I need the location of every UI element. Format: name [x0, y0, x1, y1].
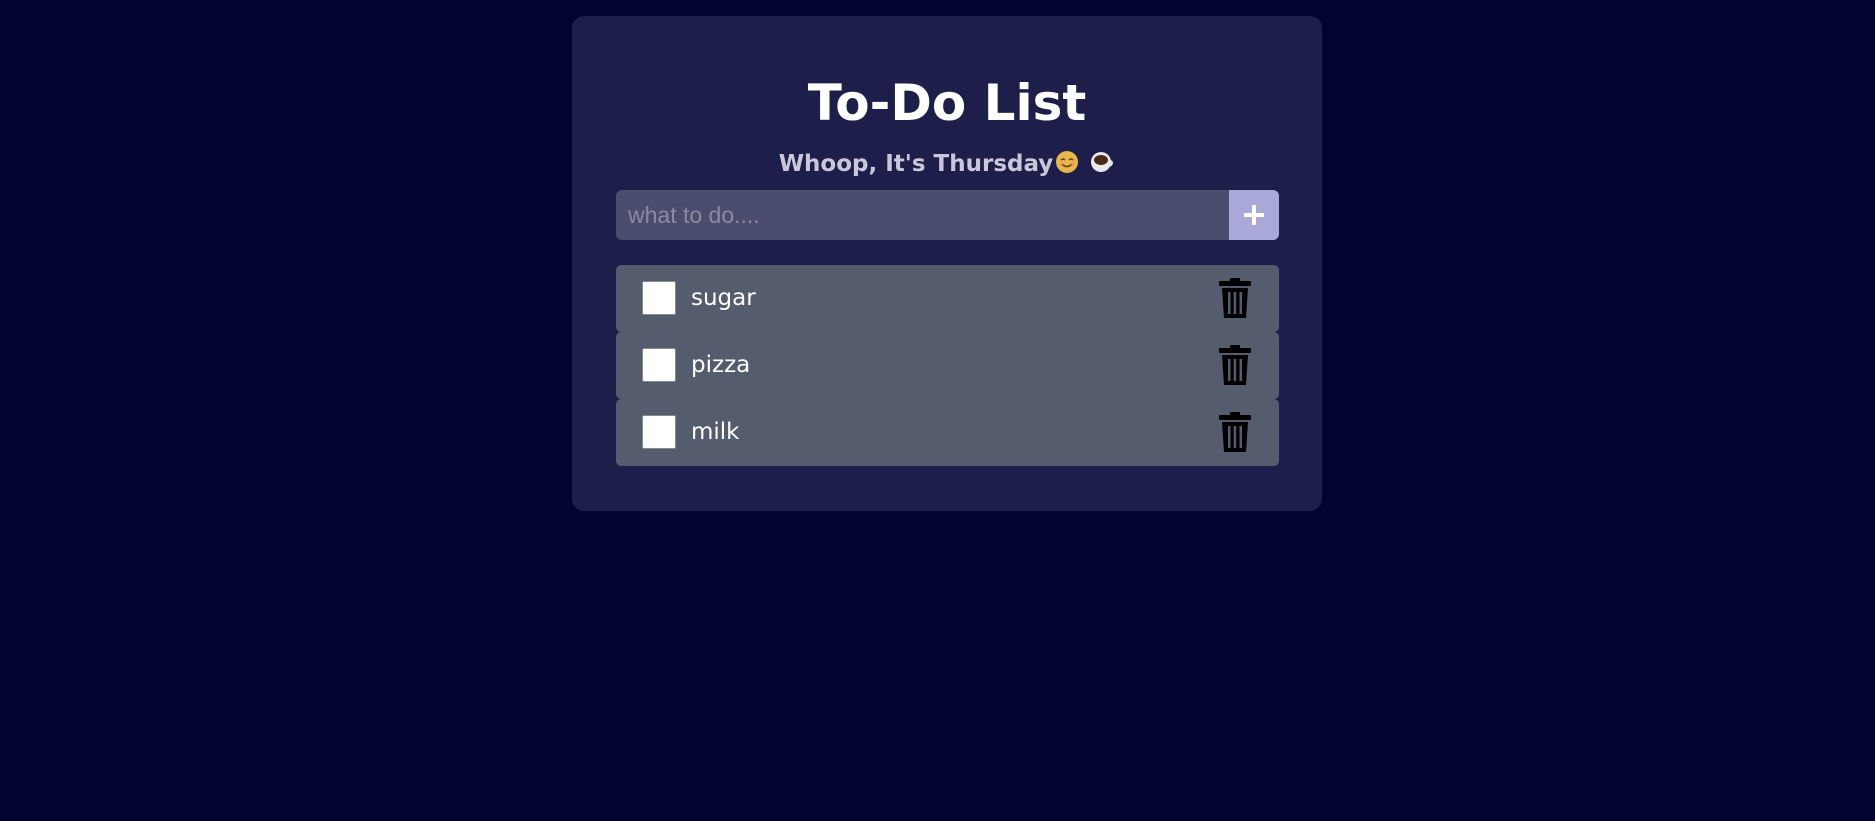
page-subtitle: Whoop, It's Thursday: [572, 150, 1322, 179]
todo-label: pizza: [691, 352, 751, 378]
todo-label: sugar: [691, 285, 756, 311]
trash-icon[interactable]: [1219, 345, 1251, 385]
subtitle-text: Whoop, It's Thursday: [778, 151, 1054, 177]
smiling-face-emoji-icon: [1055, 150, 1079, 179]
todo-item: milk: [616, 399, 1279, 466]
trash-icon[interactable]: [1219, 412, 1251, 452]
todo-checkbox[interactable]: [642, 415, 676, 449]
todo-item: pizza: [616, 332, 1279, 399]
add-todo-form: [616, 190, 1279, 240]
todo-card: To-Do List Whoop, It's Thursday sugar: [572, 16, 1322, 511]
todo-checkbox[interactable]: [642, 348, 676, 382]
todo-checkbox[interactable]: [642, 281, 676, 315]
todo-list: sugar pizza milk: [616, 265, 1279, 466]
todo-input[interactable]: [616, 190, 1229, 240]
add-button[interactable]: [1229, 190, 1279, 240]
trash-icon[interactable]: [1219, 278, 1251, 318]
coffee-cup-emoji-icon: [1089, 150, 1115, 179]
page-title: To-Do List: [807, 74, 1087, 132]
plus-icon: [1244, 205, 1264, 225]
todo-label: milk: [691, 419, 740, 445]
todo-item: sugar: [616, 265, 1279, 332]
